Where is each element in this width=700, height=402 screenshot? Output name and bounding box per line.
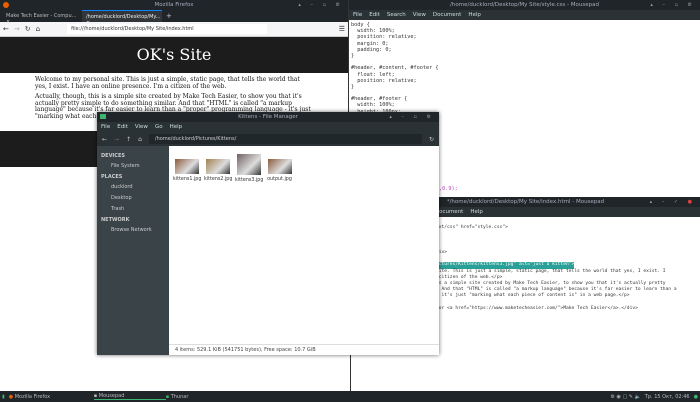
tab-maketecheasier[interactable]: Make Tech Easier - Compu... ✕ bbox=[2, 10, 82, 25]
window-controls[interactable]: ▴ – ✓ ● bbox=[650, 197, 696, 207]
css-editor-menu: File Edit Search View Document Help bbox=[349, 10, 700, 20]
menu-help[interactable]: Help bbox=[470, 209, 483, 215]
file-name: kittens3.jpg bbox=[235, 178, 264, 183]
window-controls[interactable]: ▴ – ▫ ⚙ bbox=[389, 112, 435, 122]
menu-go[interactable]: Go bbox=[155, 124, 163, 130]
forward-icon[interactable]: → bbox=[14, 25, 20, 33]
sidebar-heading: DEVICES bbox=[101, 153, 125, 159]
firefox-titlebar: Mozilla Firefox ▴ – ▫ ⚙ bbox=[0, 0, 348, 10]
status-icon: ● bbox=[693, 393, 698, 400]
nav-bar: ← → ↻ ⌂ file:///home/ducklord/Desktop/My Si… bbox=[0, 22, 348, 37]
file-item[interactable]: output.jpg bbox=[266, 154, 293, 183]
window-title: Kittens - File Manager bbox=[238, 114, 298, 120]
taskbar: ▮ ● Mozilla Firefox ▪ Mousepad ▪ Thunar … bbox=[0, 391, 700, 402]
sidebar-item-browse-network[interactable]: Browse Network bbox=[101, 227, 165, 233]
sidebar-item-desktop[interactable]: Desktop bbox=[101, 195, 165, 201]
menu-icon[interactable]: ☰ bbox=[339, 25, 345, 33]
menu-search[interactable]: Search bbox=[387, 12, 406, 18]
clock[interactable]: Тр. 15 Окт, 02:46 bbox=[645, 394, 690, 400]
location-bar: ← → ↑ ⌂ /home/ducklord/Pictures/Kittens/ ↻ bbox=[97, 132, 439, 146]
window-controls[interactable]: ▴ – ▫ ⚙ bbox=[298, 0, 344, 10]
taskbar-firefox[interactable]: ● Mozilla Firefox bbox=[9, 394, 94, 400]
file-item[interactable]: kittens1.jpg bbox=[173, 154, 202, 183]
menu-view[interactable]: View bbox=[135, 124, 148, 130]
menu-view[interactable]: View bbox=[413, 12, 426, 18]
file-manager-window: Kittens - File Manager ▴ – ▫ ⚙ File Edit Vi… bbox=[97, 112, 439, 355]
css-editor-titlebar: /home/ducklord/Desktop/My Site/style.css… bbox=[349, 0, 700, 10]
file-manager-menu: File Edit View Go Help bbox=[97, 122, 439, 132]
site-header: OK's Site bbox=[0, 37, 348, 73]
up-icon[interactable]: ↑ bbox=[126, 136, 131, 143]
home-icon[interactable]: ⌂ bbox=[36, 25, 40, 33]
folder-icon bbox=[100, 114, 106, 119]
new-tab-button[interactable]: + bbox=[162, 10, 176, 22]
window-title: Mozilla Firefox bbox=[154, 2, 194, 8]
url-bar[interactable]: file:///home/ducklord/Desktop/My Site/in… bbox=[67, 24, 268, 34]
css-partial-line: ,0.9); bbox=[439, 186, 458, 193]
menu-file[interactable]: File bbox=[101, 124, 110, 130]
sidebar-item-ducklord[interactable]: ducklord bbox=[101, 184, 165, 190]
home-icon[interactable]: ⌂ bbox=[138, 136, 142, 143]
menu-icon[interactable]: ▮ bbox=[2, 394, 5, 400]
sidebar-heading: PLACES bbox=[101, 174, 123, 180]
forward-icon[interactable]: → bbox=[114, 136, 119, 143]
menu-document[interactable]: Document bbox=[433, 12, 462, 18]
status-bar: 4 items: 529.1 KiB (541751 bytes), Free … bbox=[169, 344, 439, 355]
window-title: /home/ducklord/Desktop/My Site/style.css… bbox=[450, 2, 599, 8]
taskbar-mousepad[interactable]: ▪ Mousepad bbox=[93, 393, 166, 400]
image-thumbnail-icon bbox=[236, 154, 261, 175]
file-item[interactable]: kittens2.jpg bbox=[204, 154, 233, 183]
menu-document[interactable]: Document bbox=[435, 209, 464, 215]
reload-icon[interactable]: ↻ bbox=[25, 25, 31, 33]
image-thumbnail-icon bbox=[174, 159, 199, 174]
sidebar-heading: NETWORK bbox=[101, 217, 130, 223]
menu-edit[interactable]: Edit bbox=[117, 124, 128, 130]
menu-help[interactable]: Help bbox=[468, 12, 481, 18]
paragraph-welcome: Welcome to my personal site. This is jus… bbox=[35, 76, 300, 90]
tab-strip: Make Tech Easier - Compu... ✕ /home/duck… bbox=[0, 10, 348, 26]
reload-icon[interactable]: ↻ bbox=[429, 136, 434, 143]
tab-index-html[interactable]: /home/ducklord/Desktop/My... ✕ bbox=[82, 10, 162, 26]
taskbar-thunar[interactable]: ▪ Thunar bbox=[166, 394, 226, 400]
sidebar: DEVICES File System PLACES ducklord Desktop T… bbox=[97, 146, 169, 355]
file-item[interactable]: kittens3.jpg bbox=[235, 154, 264, 183]
image-thumbnail-icon bbox=[205, 159, 230, 174]
back-icon[interactable]: ← bbox=[3, 25, 9, 33]
tray-icons[interactable]: ⚙ ◉ ▢ ✎ 🔈 bbox=[610, 394, 640, 400]
menu-edit[interactable]: Edit bbox=[369, 12, 380, 18]
file-name: kittens2.jpg bbox=[204, 177, 233, 182]
firefox-icon bbox=[3, 2, 9, 8]
file-name: output.jpg bbox=[267, 177, 292, 182]
file-name: kittens1.jpg bbox=[173, 177, 202, 182]
close-icon: ● bbox=[687, 199, 696, 205]
sidebar-item-trash[interactable]: Trash bbox=[101, 206, 165, 212]
menu-help[interactable]: Help bbox=[170, 124, 183, 130]
css-code-area[interactable]: body { width: 100%; position: relative; … bbox=[349, 20, 700, 117]
window-title: */home/ducklord/Desktop/My Site/index.ht… bbox=[446, 199, 605, 205]
file-grid: kittens1.jpg kittens2.jpg kittens3.jpg outp… bbox=[169, 146, 439, 191]
image-thumbnail-icon bbox=[267, 159, 292, 174]
sidebar-item-file-system[interactable]: File System bbox=[101, 163, 165, 169]
file-manager-titlebar: Kittens - File Manager ▴ – ▫ ⚙ bbox=[97, 112, 439, 122]
path-field[interactable]: /home/ducklord/Pictures/Kittens/ bbox=[148, 134, 422, 144]
menu-file[interactable]: File bbox=[353, 12, 362, 18]
back-icon[interactable]: ← bbox=[102, 136, 107, 143]
window-controls[interactable]: ▴ – ▫ ⚙ bbox=[650, 0, 696, 10]
